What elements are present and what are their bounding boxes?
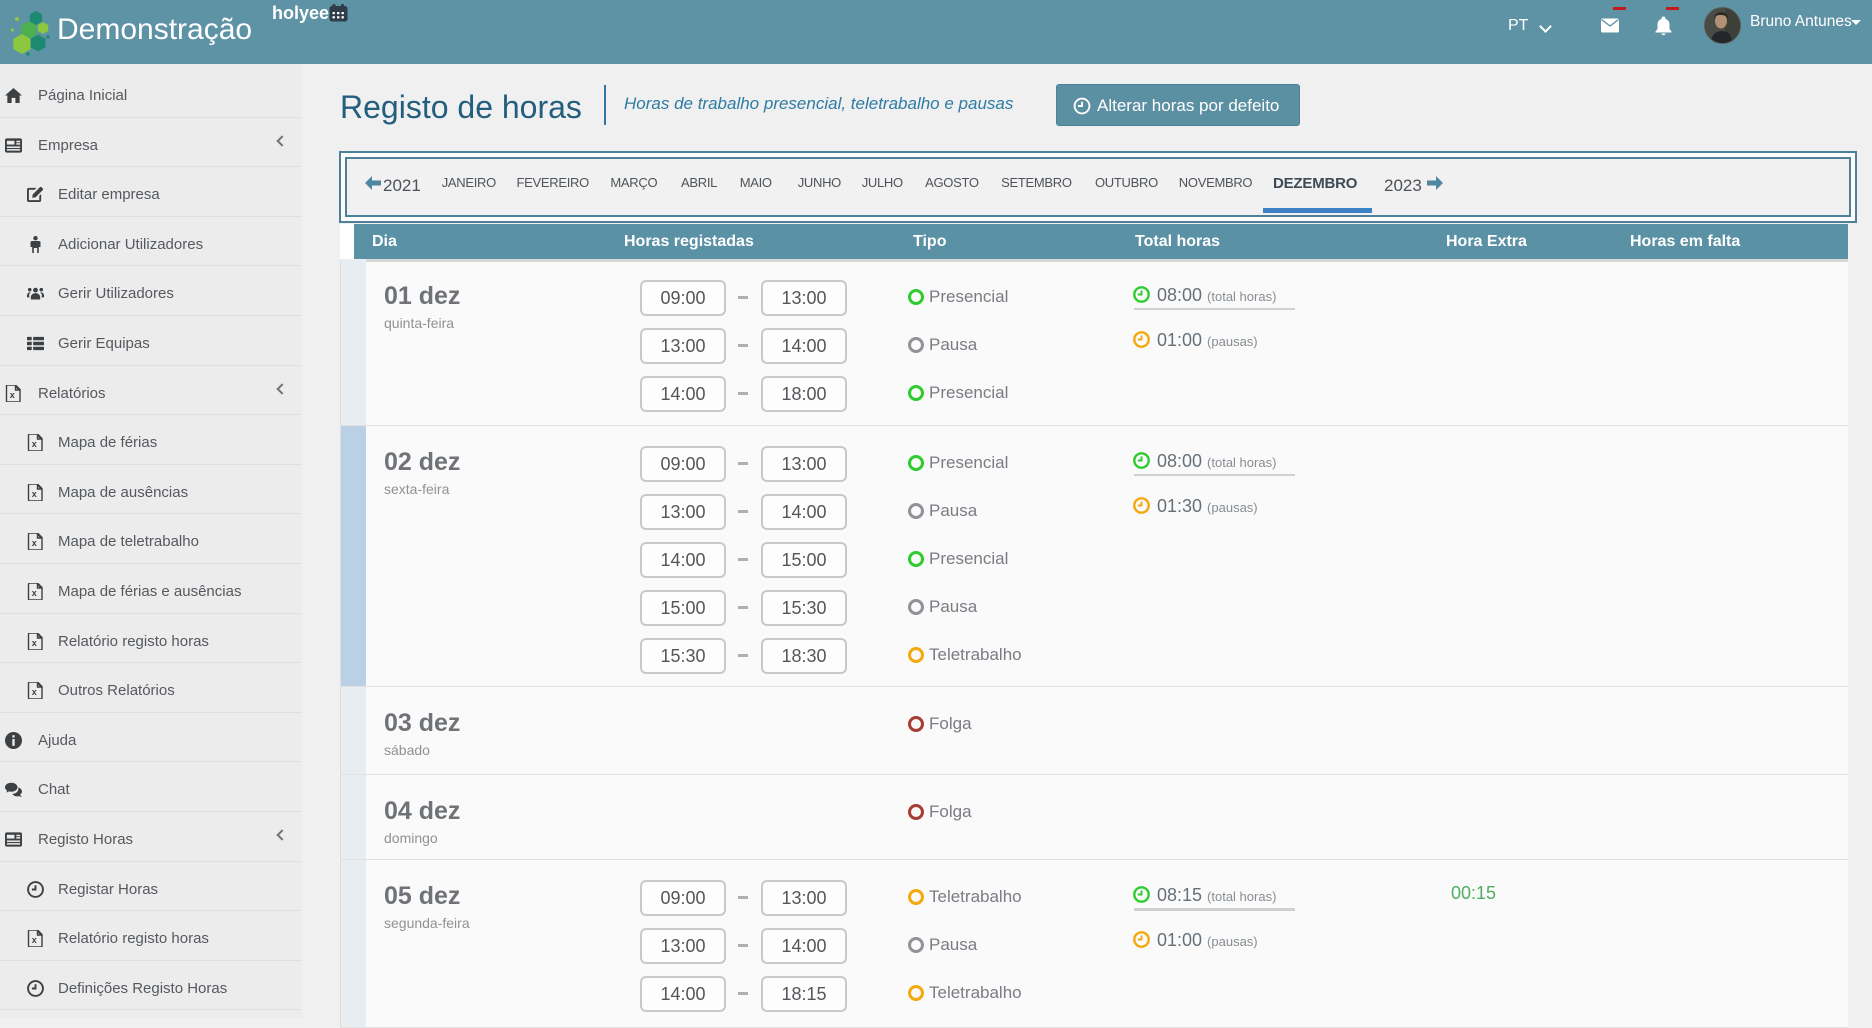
svg-text:x: x xyxy=(32,935,37,945)
svg-text:x: x xyxy=(32,439,37,449)
svg-text:x: x xyxy=(10,390,15,400)
svg-text:x: x xyxy=(32,588,37,598)
svg-text:x: x xyxy=(32,687,37,697)
svg-text:x: x xyxy=(32,638,37,648)
svg-text:x: x xyxy=(32,538,37,548)
svg-text:x: x xyxy=(32,489,37,499)
